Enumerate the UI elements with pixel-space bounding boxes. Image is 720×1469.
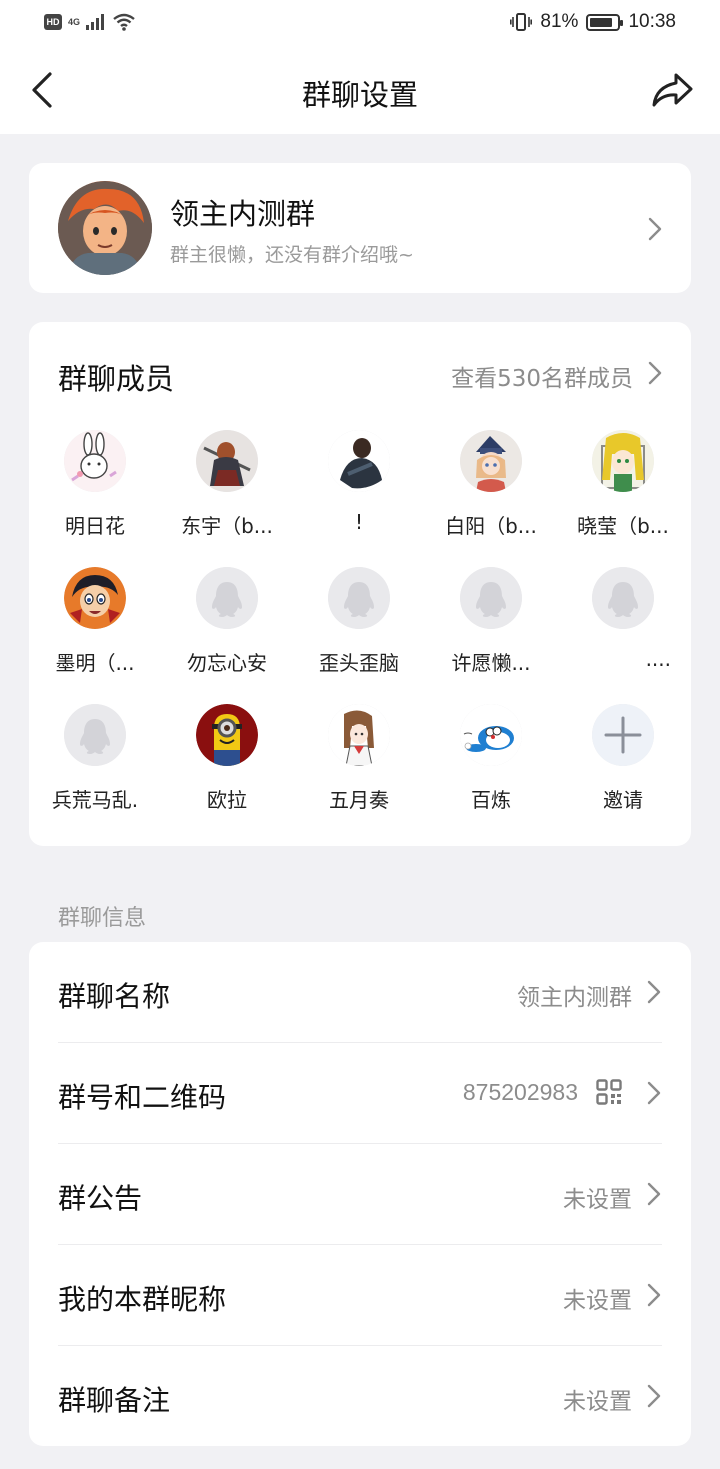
member-item[interactable]: 勿忘心安 <box>161 567 293 687</box>
row-my-nickname[interactable]: 我的本群昵称 未设置 <box>58 1245 662 1346</box>
row-value: 未设置 <box>563 1187 632 1213</box>
row-label: 我的本群昵称 <box>58 1283 227 1316</box>
member-item[interactable]: 五月奏 <box>293 704 425 824</box>
chevron-right-icon <box>647 1283 661 1307</box>
member-item[interactable]: .... <box>557 567 689 687</box>
default-avatar <box>328 567 390 629</box>
member-name: 邀请 <box>603 788 643 812</box>
member-name: 五月奏 <box>329 788 389 812</box>
group-name: 领主内测群 <box>170 197 316 231</box>
row-value: 未设置 <box>563 1389 632 1415</box>
default-avatar <box>64 704 126 766</box>
member-item[interactable]: 兵荒马乱. <box>29 704 161 824</box>
invite-member-button[interactable]: 邀请 <box>557 704 689 824</box>
nav-bar: 群聊设置 <box>0 46 720 134</box>
group-avatar <box>58 181 152 275</box>
battery-fill <box>590 17 612 27</box>
row-label: 群公告 <box>58 1182 143 1215</box>
member-item[interactable]: 许愿懒... <box>425 567 557 687</box>
minion-avatar <box>196 704 258 766</box>
member-name: 兵荒马乱. <box>51 788 139 812</box>
group-avatar-art <box>58 181 152 275</box>
member-name: 勿忘心安 <box>187 651 267 675</box>
member-name: .... <box>645 647 671 671</box>
signal-label: 4G <box>68 17 81 27</box>
chevron-right-icon[interactable] <box>647 360 663 386</box>
bunny-avatar <box>64 430 126 492</box>
member-name: 晓莹（b... <box>577 514 669 538</box>
status-left: HD 4G <box>44 11 136 33</box>
chevron-right-icon <box>648 217 662 241</box>
member-item[interactable]: 明日花 <box>29 430 161 550</box>
row-value: 875202983 <box>462 1079 578 1105</box>
row-label: 群号和二维码 <box>58 1081 227 1114</box>
qr-code-icon <box>596 1079 622 1105</box>
row-label: 群聊名称 <box>58 980 171 1013</box>
default-avatar <box>592 567 654 629</box>
doraemon-avatar <box>460 704 522 766</box>
chevron-right-icon <box>647 1182 661 1206</box>
member-item[interactable]: 墨明（... <box>29 567 161 687</box>
group-description: 群主很懒，还没有群介绍哦~ <box>170 244 414 266</box>
member-name: 白阳（b... <box>445 514 537 538</box>
member-name: 东宇（b... <box>181 514 273 538</box>
group-profile-card[interactable]: 领主内测群 群主很懒，还没有群介绍哦~ <box>29 163 691 293</box>
vibrate-icon <box>510 13 533 31</box>
row-group-name[interactable]: 群聊名称 领主内测群 <box>58 942 662 1043</box>
anime-girl-avatar <box>460 430 522 492</box>
row-value: 未设置 <box>563 1288 632 1314</box>
members-card: 群聊成员 查看530名群成员 明日花 东宇（b...! 白阳（b... 晓莹（b...… <box>29 322 691 846</box>
row-group-notice[interactable]: 群公告 未设置 <box>58 1144 662 1245</box>
row-group-number[interactable]: 群号和二维码 875202983 <box>58 1043 662 1144</box>
chevron-right-icon <box>647 980 661 1004</box>
share-button[interactable] <box>648 68 696 112</box>
member-item[interactable]: 白阳（b... <box>425 430 557 550</box>
battery-icon <box>586 13 624 31</box>
hd-badge: HD <box>44 14 62 30</box>
member-name: 歪头歪脑 <box>319 651 399 675</box>
group-info-card: 群聊名称 领主内测群 群号和二维码 875202983 群公告 未设置 我的本群… <box>29 942 691 1446</box>
view-all-members-link[interactable]: 查看530名群成员 <box>451 359 633 393</box>
member-item[interactable]: ! <box>293 430 425 550</box>
status-bar: HD 4G 81% 10:38 <box>0 0 720 46</box>
detective-avatar <box>64 567 126 629</box>
battery-percent: 81% <box>540 11 579 32</box>
plus-icon <box>592 704 654 766</box>
member-item[interactable]: 欧拉 <box>161 704 293 824</box>
member-name: 墨明（... <box>55 651 135 675</box>
member-item[interactable]: 晓莹（b... <box>557 430 689 550</box>
members-title: 群聊成员 <box>58 362 175 396</box>
member-name: 许愿懒... <box>451 651 531 675</box>
member-name: ! <box>354 510 364 534</box>
share-icon <box>652 73 693 107</box>
row-label: 群聊备注 <box>58 1384 171 1417</box>
page-title: 群聊设置 <box>301 78 418 112</box>
chevron-right-icon <box>647 1081 661 1105</box>
warrior-avatar <box>196 430 258 492</box>
default-avatar <box>196 567 258 629</box>
member-item[interactable]: 歪头歪脑 <box>293 567 425 687</box>
chevron-right-icon <box>647 1384 661 1408</box>
status-right: 81% 10:38 <box>510 10 676 34</box>
default-avatar <box>460 567 522 629</box>
sketch-girl-avatar <box>328 704 390 766</box>
cell-signal-icon <box>86 14 105 30</box>
wifi-icon <box>113 13 135 31</box>
clock: 10:38 <box>628 11 676 32</box>
member-item[interactable]: 百炼 <box>425 704 557 824</box>
member-item[interactable]: 东宇（b... <box>161 430 293 550</box>
member-name: 欧拉 <box>207 788 247 812</box>
green-hair-avatar <box>592 430 654 492</box>
dark-figure-avatar <box>328 430 390 492</box>
member-name: 百炼 <box>471 788 511 812</box>
row-group-remark[interactable]: 群聊备注 未设置 <box>58 1346 662 1447</box>
section-label-group-info: 群聊信息 <box>58 906 147 931</box>
row-value: 领主内测群 <box>517 985 632 1011</box>
member-name: 明日花 <box>65 514 125 538</box>
